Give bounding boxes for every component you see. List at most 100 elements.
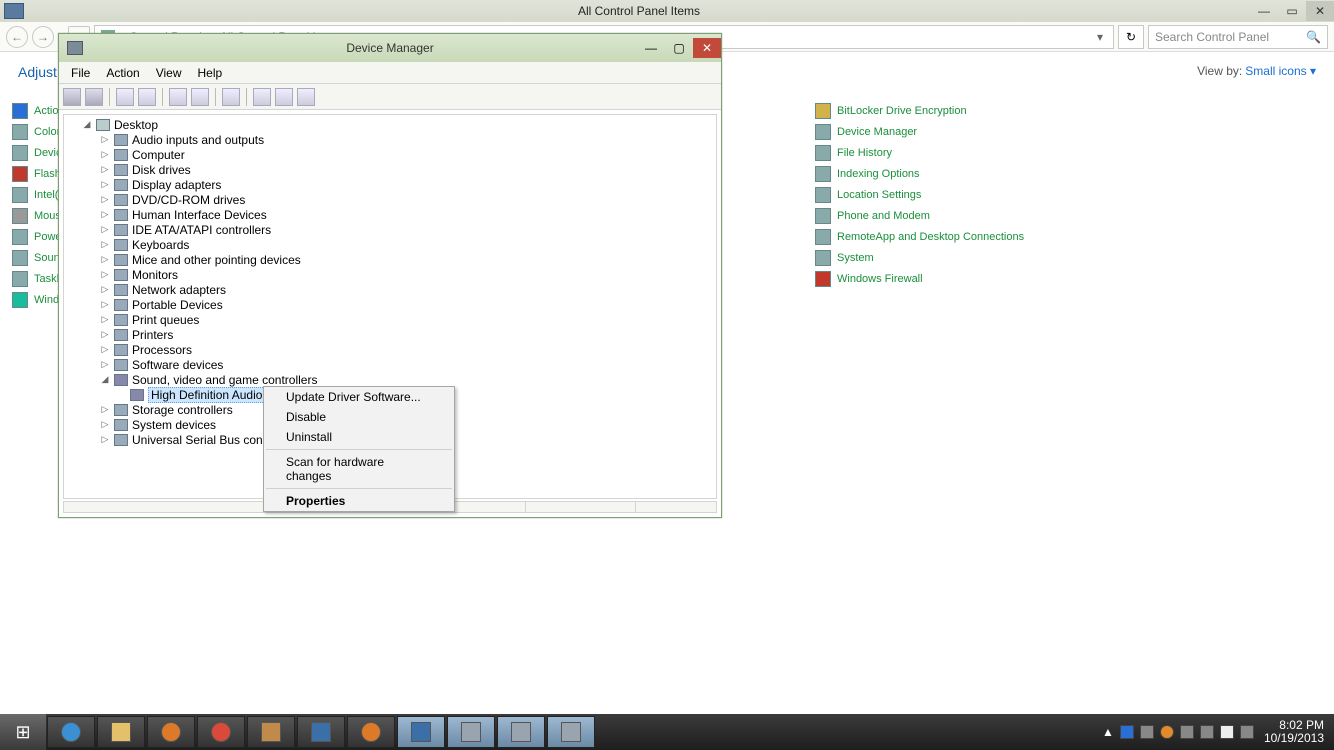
expand-icon[interactable]: ▷: [100, 434, 110, 445]
expand-icon[interactable]: ▷: [100, 329, 110, 340]
tree-node[interactable]: ▷Disk drives: [66, 162, 714, 177]
forward-button[interactable]: →: [32, 26, 54, 48]
cp-item[interactable]: Device Manager: [837, 126, 917, 138]
cp-item[interactable]: File History: [837, 147, 892, 159]
expand-icon[interactable]: ▷: [100, 209, 110, 220]
tray-action-center-icon[interactable]: [1220, 725, 1234, 739]
tree-node-sound[interactable]: ◢Sound, video and game controllers: [66, 372, 714, 387]
tray-overflow-icon[interactable]: ▲: [1102, 725, 1114, 739]
taskbar-chrome[interactable]: [197, 716, 245, 748]
tray-network-icon[interactable]: [1200, 725, 1214, 739]
toolbar-help-icon[interactable]: [169, 88, 187, 106]
tray-icon[interactable]: [1140, 725, 1154, 739]
cp-item[interactable]: System: [837, 252, 874, 264]
expand-icon[interactable]: ▷: [100, 299, 110, 310]
ctx-properties[interactable]: Properties: [264, 491, 454, 511]
tree-node[interactable]: ▷Monitors: [66, 267, 714, 282]
taskbar-clock[interactable]: 8:02 PM 10/19/2013: [1260, 719, 1328, 745]
expand-icon[interactable]: ▷: [100, 404, 110, 415]
cp-item[interactable]: BitLocker Drive Encryption: [837, 105, 967, 117]
close-button[interactable]: ✕: [1306, 1, 1334, 21]
expand-icon[interactable]: ▷: [100, 239, 110, 250]
taskbar-firefox2[interactable]: [347, 716, 395, 748]
view-by-dropdown[interactable]: Small icons ▾: [1245, 64, 1316, 78]
start-button[interactable]: ⊞: [0, 714, 46, 750]
tray-battery-icon[interactable]: [1180, 725, 1194, 739]
tree-node[interactable]: ▷Display adapters: [66, 177, 714, 192]
menu-help[interactable]: Help: [190, 64, 231, 82]
dm-titlebar[interactable]: Device Manager — ▢ ✕: [59, 34, 721, 62]
expand-icon[interactable]: ▷: [100, 314, 110, 325]
tree-node[interactable]: ▷Human Interface Devices: [66, 207, 714, 222]
toolbar-update-icon[interactable]: [222, 88, 240, 106]
expand-icon[interactable]: ▷: [100, 344, 110, 355]
app-icon: [311, 722, 331, 742]
expand-icon[interactable]: ▷: [100, 134, 110, 145]
taskbar-device-manager2[interactable]: [497, 716, 545, 748]
taskbar-control-panel[interactable]: [397, 716, 445, 748]
collapse-icon[interactable]: ◢: [100, 374, 110, 385]
tree-node[interactable]: ▷Processors: [66, 342, 714, 357]
taskbar-ie[interactable]: [47, 716, 95, 748]
tree-node[interactable]: ▷Printers: [66, 327, 714, 342]
toolbar-forward-icon[interactable]: [85, 88, 103, 106]
toolbar-uninstall-icon[interactable]: [275, 88, 293, 106]
toolbar-properties-icon[interactable]: [138, 88, 156, 106]
toolbar-enable-icon[interactable]: [253, 88, 271, 106]
tray-icon[interactable]: [1160, 725, 1174, 739]
tree-node[interactable]: ▷IDE ATA/ATAPI controllers: [66, 222, 714, 237]
collapse-icon[interactable]: ◢: [82, 119, 92, 130]
refresh-button[interactable]: ↻: [1118, 25, 1144, 49]
ctx-disable[interactable]: Disable: [264, 407, 454, 427]
device-category-icon: [114, 149, 128, 161]
tree-node[interactable]: ▷Keyboards: [66, 237, 714, 252]
taskbar-device-manager[interactable]: [447, 716, 495, 748]
tree-root[interactable]: ◢Desktop: [66, 117, 714, 132]
tree-node[interactable]: ▷Print queues: [66, 312, 714, 327]
toolbar-scan-icon[interactable]: [297, 88, 315, 106]
expand-icon[interactable]: ▷: [100, 194, 110, 205]
expand-icon[interactable]: ▷: [100, 224, 110, 235]
expand-icon[interactable]: ▷: [100, 179, 110, 190]
expand-icon[interactable]: ▷: [100, 149, 110, 160]
ctx-update-driver[interactable]: Update Driver Software...: [264, 387, 454, 407]
cp-item[interactable]: Indexing Options: [837, 168, 920, 180]
tree-node[interactable]: ▷Computer: [66, 147, 714, 162]
cp-item[interactable]: Phone and Modem: [837, 210, 930, 222]
taskbar-device-manager3[interactable]: [547, 716, 595, 748]
maximize-button[interactable]: ▭: [1278, 1, 1306, 21]
expand-icon[interactable]: ▷: [100, 269, 110, 280]
expand-icon[interactable]: ▷: [100, 419, 110, 430]
tree-node[interactable]: ▷Software devices: [66, 357, 714, 372]
cp-item[interactable]: RemoteApp and Desktop Connections: [837, 231, 1024, 243]
tree-node[interactable]: ▷Audio inputs and outputs: [66, 132, 714, 147]
back-button[interactable]: ←: [6, 26, 28, 48]
menu-file[interactable]: File: [63, 64, 98, 82]
toolbar-back-icon[interactable]: [63, 88, 81, 106]
taskbar-app2[interactable]: [297, 716, 345, 748]
ctx-uninstall[interactable]: Uninstall: [264, 427, 454, 447]
tree-node[interactable]: ▷DVD/CD-ROM drives: [66, 192, 714, 207]
expand-icon[interactable]: ▷: [100, 254, 110, 265]
tray-shield-icon[interactable]: [1120, 725, 1134, 739]
taskbar-explorer[interactable]: [97, 716, 145, 748]
ctx-scan-hardware[interactable]: Scan for hardware changes: [264, 452, 454, 486]
tree-node[interactable]: ▷Portable Devices: [66, 297, 714, 312]
tree-node[interactable]: ▷Mice and other pointing devices: [66, 252, 714, 267]
expand-icon[interactable]: ▷: [100, 284, 110, 295]
expand-icon[interactable]: ▷: [100, 164, 110, 175]
cp-item[interactable]: Windows Firewall: [837, 273, 923, 285]
cp-item[interactable]: Location Settings: [837, 189, 921, 201]
toolbar-show-hide-icon[interactable]: [116, 88, 134, 106]
search-input[interactable]: Search Control Panel 🔍: [1148, 25, 1328, 49]
expand-icon[interactable]: ▷: [100, 359, 110, 370]
taskbar-firefox[interactable]: [147, 716, 195, 748]
menu-action[interactable]: Action: [98, 64, 147, 82]
toolbar-tree-icon[interactable]: [191, 88, 209, 106]
taskbar-app[interactable]: [247, 716, 295, 748]
minimize-button[interactable]: —: [1250, 1, 1278, 21]
address-dropdown-icon[interactable]: ▾: [1093, 30, 1107, 44]
menu-view[interactable]: View: [148, 64, 190, 82]
tray-volume-icon[interactable]: [1240, 725, 1254, 739]
tree-node[interactable]: ▷Network adapters: [66, 282, 714, 297]
